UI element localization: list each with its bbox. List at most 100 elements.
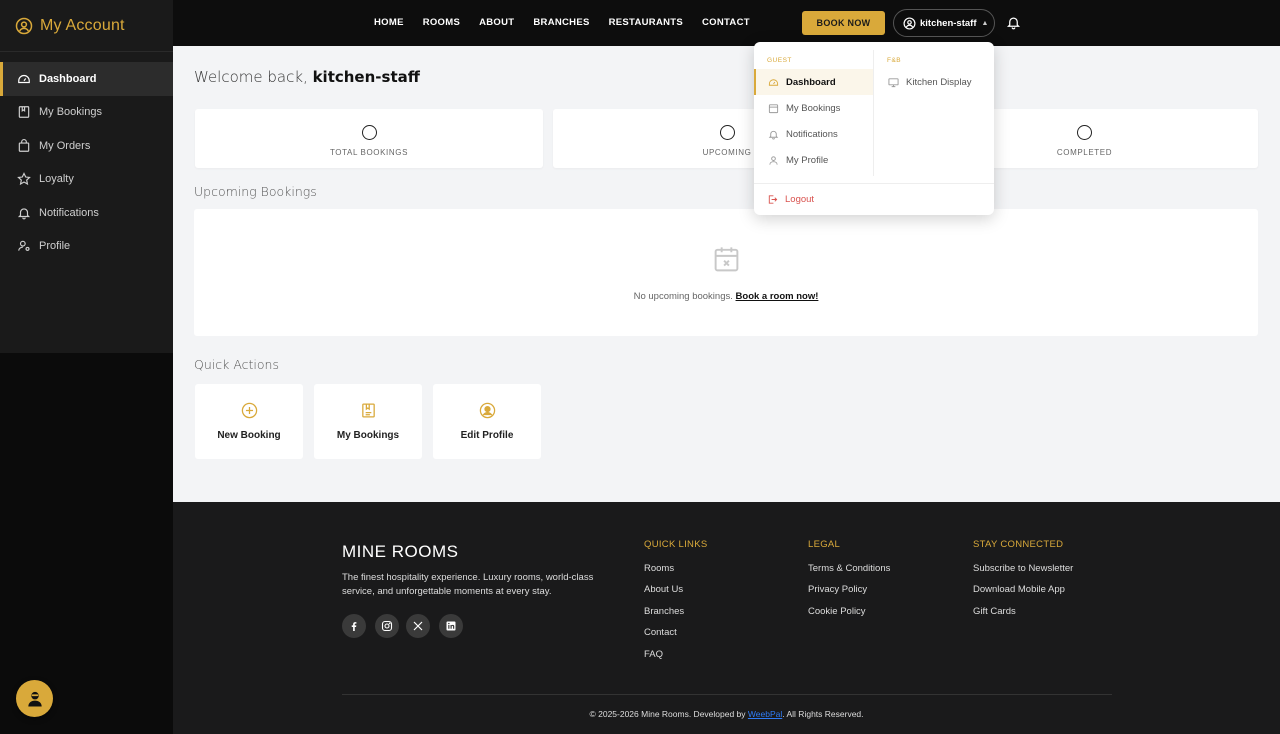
footer-quick-links: QUICK LINKS Rooms About Us Branches Cont… [644, 539, 707, 670]
sidebar-item-label: Notifications [39, 206, 99, 219]
nav-rooms[interactable]: ROOMS [423, 17, 460, 28]
nav-branches[interactable]: BRANCHES [533, 17, 589, 28]
footer-legal: LEGAL Terms & Conditions Privacy Policy … [808, 539, 890, 627]
user-circle-icon [479, 402, 495, 419]
sidebar-item-label: Profile [39, 240, 71, 253]
user-dropdown-menu: GUEST F&B Dashboard My Bookings Notifica… [754, 42, 994, 215]
dropdown-item-label: My Profile [786, 154, 829, 166]
dropdown-guest-heading: GUEST [767, 57, 792, 64]
social-facebook-button[interactable] [342, 614, 366, 638]
sidebar-item-dashboard[interactable]: Dashboard [0, 62, 173, 96]
footer-link-rooms[interactable]: Rooms [644, 563, 707, 584]
sidebar-item-profile[interactable]: Profile [0, 230, 173, 264]
quick-action-label: New Booking [217, 430, 281, 441]
footer-link-privacy[interactable]: Privacy Policy [808, 584, 890, 605]
footer-link-newsletter[interactable]: Subscribe to Newsletter [973, 563, 1073, 584]
sidebar-bottom [0, 353, 173, 734]
dropdown-item-label: My Bookings [786, 102, 841, 114]
social-linkedin-button[interactable] [439, 614, 463, 638]
footer-link-cookie[interactable]: Cookie Policy [808, 606, 890, 627]
book-room-link[interactable]: Book a room now! [736, 291, 819, 302]
quick-action-label: My Bookings [336, 430, 400, 441]
loading-ring-icon [361, 125, 377, 140]
sidebar-brand-title: My Account [40, 16, 125, 34]
loading-ring-icon [719, 125, 735, 140]
footer-description: The finest hospitality experience. Luxur… [342, 572, 594, 597]
footer-link-branches[interactable]: Branches [644, 606, 707, 627]
footer-link-gift-cards[interactable]: Gift Cards [973, 606, 1073, 627]
quick-actions-title: Quick Actions [194, 357, 279, 372]
book-icon [361, 403, 375, 418]
sidebar-item-notifications[interactable]: Notifications [0, 196, 173, 230]
footer-link-terms[interactable]: Terms & Conditions [808, 563, 890, 584]
username-label: kitchen-staff [920, 17, 977, 29]
copyright-prefix: © 2025-2026 Mine Rooms. Developed by [589, 709, 746, 719]
main-content: Welcome back, kitchen-staff TOTAL BOOKIN… [173, 46, 1280, 502]
social-x-button[interactable] [406, 614, 430, 638]
book-icon [18, 106, 30, 119]
dropdown-item-label: Kitchen Display [906, 76, 972, 88]
user-icon [769, 155, 778, 165]
welcome-username: kitchen-staff [312, 68, 420, 86]
logout-label: Logout [785, 194, 815, 205]
upcoming-bookings-title: Upcoming Bookings [194, 184, 317, 199]
quick-action-edit-profile[interactable]: Edit Profile [433, 384, 541, 459]
sidebar-panel: My Account Dashboard My Bookings My Orde… [0, 0, 173, 353]
top-nav: HOME ROOMS ABOUT BRANCHES RESTAURANTS CO… [374, 17, 750, 28]
sidebar-item-label: My Bookings [39, 106, 102, 119]
sidebar-item-label: My Orders [39, 139, 91, 152]
social-instagram-button[interactable] [375, 614, 399, 638]
x-twitter-icon [413, 621, 423, 631]
dropdown-item-label: Notifications [786, 128, 838, 140]
quick-action-my-bookings[interactable]: My Bookings [314, 384, 422, 459]
dropdown-divider [754, 183, 994, 184]
developer-link[interactable]: WeebPal [748, 709, 782, 719]
footer-stay-connected-title: STAY CONNECTED [973, 539, 1064, 550]
notifications-bell-icon[interactable] [1006, 15, 1021, 30]
nav-contact[interactable]: CONTACT [702, 17, 750, 28]
bell-icon [768, 130, 779, 140]
nav-restaurants[interactable]: RESTAURANTS [609, 17, 683, 28]
nav-home[interactable]: HOME [374, 17, 404, 28]
footer-quick-links-title: QUICK LINKS [644, 539, 708, 550]
sidebar: My Account Dashboard My Bookings My Orde… [0, 0, 173, 734]
support-agent-icon [27, 691, 42, 706]
footer-link-faq[interactable]: FAQ [644, 649, 707, 670]
footer-copyright: © 2025-2026 Mine Rooms. Developed by Wee… [173, 709, 1280, 719]
plus-circle-icon [241, 402, 257, 419]
logout-button[interactable]: Logout [767, 192, 814, 207]
sidebar-item-label: Loyalty [39, 173, 74, 186]
dropdown-item-kitchen-display[interactable]: Kitchen Display [888, 69, 971, 95]
upcoming-bookings-panel: No upcoming bookings. Book a room now! [194, 209, 1258, 336]
site-footer: MINE ROOMS The finest hospitality experi… [173, 502, 1280, 734]
footer-link-mobile-app[interactable]: Download Mobile App [973, 584, 1073, 605]
welcome-prefix: Welcome back, [194, 68, 308, 86]
sidebar-item-loyalty[interactable]: Loyalty [0, 163, 173, 197]
dropdown-item-notifications[interactable]: Notifications [768, 121, 838, 147]
book-now-button[interactable]: BOOK NOW [802, 11, 885, 35]
sidebar-item-label: Dashboard [39, 72, 97, 85]
sidebar-item-my-orders[interactable]: My Orders [0, 129, 173, 163]
welcome-heading: Welcome back, kitchen-staff [194, 68, 420, 86]
dropdown-item-my-profile[interactable]: My Profile [768, 147, 828, 173]
user-cog-icon [18, 241, 30, 252]
footer-link-about-us[interactable]: About Us [644, 584, 707, 605]
dropdown-item-dashboard[interactable]: Dashboard [754, 69, 873, 95]
quick-action-label: Edit Profile [460, 430, 514, 441]
bell-icon [17, 208, 31, 220]
copyright-suffix: . All Rights Reserved. [782, 709, 864, 719]
top-header: HOME ROOMS ABOUT BRANCHES RESTAURANTS CO… [173, 0, 1280, 46]
quick-action-new-booking[interactable]: New Booking [195, 384, 303, 459]
footer-link-contact[interactable]: Contact [644, 627, 707, 648]
support-chat-button[interactable] [16, 680, 53, 717]
linkedin-icon [446, 621, 456, 631]
footer-legal-title: LEGAL [808, 539, 841, 550]
dropdown-item-my-bookings[interactable]: My Bookings [768, 95, 840, 121]
user-circle-icon [15, 17, 33, 34]
sidebar-brand[interactable]: My Account [0, 0, 173, 52]
sidebar-item-my-bookings[interactable]: My Bookings [0, 96, 173, 130]
user-menu-button[interactable]: kitchen-staff ▲ [893, 9, 995, 37]
facebook-icon [351, 622, 357, 631]
nav-about[interactable]: ABOUT [479, 17, 514, 28]
calendar-icon [768, 103, 779, 113]
